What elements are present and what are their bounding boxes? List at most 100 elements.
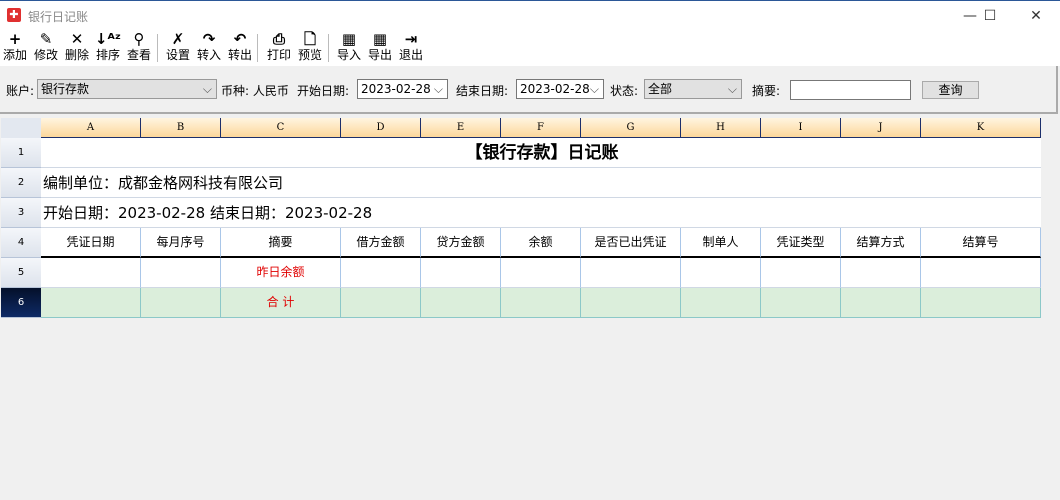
data-cell[interactable] <box>681 258 761 288</box>
import-icon: ▦ <box>341 30 357 48</box>
data-cell[interactable] <box>501 288 581 318</box>
data-cell[interactable] <box>341 258 421 288</box>
status-select[interactable]: 全部 ⌵ <box>644 79 742 99</box>
toolbar-button-1[interactable]: ✎ 修改 <box>31 30 61 62</box>
header-cell[interactable]: 贷方金额 <box>421 228 501 258</box>
grid-corner[interactable] <box>1 118 41 138</box>
toolbar-button-7[interactable]: ↶ 转出 <box>225 30 255 62</box>
start-date-label: 开始日期: <box>297 84 350 98</box>
data-cell[interactable] <box>841 288 921 318</box>
title-cell[interactable]: 【银行存款】日记账 <box>41 138 1041 168</box>
summary-input[interactable] <box>790 80 911 100</box>
preview-icon: 🗋 <box>303 30 317 48</box>
toolbar-button-10[interactable]: ▦ 导入 <box>334 30 364 62</box>
header-cell[interactable]: 制单人 <box>681 228 761 258</box>
data-cell[interactable] <box>581 288 681 318</box>
column-header-G[interactable]: G <box>581 118 681 138</box>
column-header-J[interactable]: J <box>841 118 921 138</box>
header-cell[interactable]: 凭证日期 <box>41 228 141 258</box>
toolbar-button-8[interactable]: ⎙ 打印 <box>264 30 294 62</box>
dates-cell[interactable]: 开始日期：2023-02-28 结束日期：2023-02-28 <box>41 198 1041 228</box>
toolbar-label: 退出 <box>398 48 423 62</box>
header-cell[interactable]: 余额 <box>501 228 581 258</box>
data-cell[interactable]: 昨日余额 <box>221 258 341 288</box>
column-header-D[interactable]: D <box>341 118 421 138</box>
column-header-E[interactable]: E <box>421 118 501 138</box>
x-icon: ✕ <box>70 30 84 48</box>
toolbar-button-5[interactable]: ✗ 设置 <box>163 30 193 62</box>
data-cell[interactable] <box>141 258 221 288</box>
data-cell[interactable] <box>421 258 501 288</box>
account-value: 银行存款 <box>41 82 90 96</box>
title-bar: ✚ 银行日记账 — ☐ ✕ <box>0 0 1060 30</box>
column-header-A[interactable]: A <box>41 118 141 138</box>
data-cell[interactable] <box>681 288 761 318</box>
row-header-5[interactable]: 5 <box>1 258 41 288</box>
toolbar-button-9[interactable]: 🗋 预览 <box>295 30 325 62</box>
data-cell[interactable] <box>421 288 501 318</box>
data-cell[interactable] <box>921 288 1041 318</box>
row-header-6[interactable]: 6 <box>1 288 41 318</box>
data-cell[interactable] <box>41 288 141 318</box>
plus-icon: + <box>8 30 22 48</box>
toolbar-label: 转入 <box>196 48 221 62</box>
toolbar-button-6[interactable]: ↷ 转入 <box>194 30 224 62</box>
query-button[interactable]: 查询 <box>922 81 979 99</box>
toolbar-label: 预览 <box>297 48 322 62</box>
end-date-label: 结束日期: <box>456 84 509 98</box>
maximize-button[interactable]: ☐ <box>970 5 1010 27</box>
column-header-K[interactable]: K <box>921 118 1041 138</box>
data-cell[interactable] <box>141 288 221 318</box>
header-cell[interactable]: 结算号 <box>921 228 1041 258</box>
toolbar-button-3[interactable]: ↓ᴬᶻ 排序 <box>93 30 123 62</box>
header-cell[interactable]: 是否已出凭证 <box>581 228 681 258</box>
data-cell[interactable] <box>761 258 841 288</box>
toolbar: + 添加 ✎ 修改 ✕ 删除 ↓ᴬᶻ 排序 ⚲ 查看 ✗ 设置 ↷ 转入 ↶ 转出 ⎙ 打印 🗋 预览 ▦ 导入 ▦ 导出 ⇥ 退… <box>0 30 1060 66</box>
toolbar-label: 删除 <box>64 48 89 62</box>
column-header-B[interactable]: B <box>141 118 221 138</box>
toolbar-button-12[interactable]: ⇥ 退出 <box>396 30 426 62</box>
row-header-3[interactable]: 3 <box>1 198 41 228</box>
end-date-picker[interactable]: 2023-02-28 ⌵ <box>516 79 604 99</box>
header-cell[interactable]: 借方金额 <box>341 228 421 258</box>
header-cell[interactable]: 结算方式 <box>841 228 921 258</box>
toolbar-label: 查看 <box>126 48 151 62</box>
data-cell[interactable] <box>41 258 141 288</box>
unit-cell[interactable]: 编制单位：成都金格网科技有限公司 <box>41 168 1041 198</box>
toolbar-button-2[interactable]: ✕ 删除 <box>62 30 92 62</box>
account-select[interactable]: 银行存款 ⌵ <box>37 79 217 99</box>
chevron-down-icon: ⌵ <box>433 82 443 96</box>
toolbar-label: 导入 <box>336 48 361 62</box>
header-cell[interactable]: 每月序号 <box>141 228 221 258</box>
toolbar-separator <box>257 34 258 62</box>
row-header-4[interactable]: 4 <box>1 228 41 258</box>
column-header-F[interactable]: F <box>501 118 581 138</box>
toolbar-button-11[interactable]: ▦ 导出 <box>365 30 395 62</box>
header-cell[interactable]: 摘要 <box>221 228 341 258</box>
data-cell[interactable] <box>581 258 681 288</box>
toolbar-button-0[interactable]: + 添加 <box>0 30 30 62</box>
close-button[interactable]: ✕ <box>1016 5 1056 27</box>
toolbar-label: 转出 <box>227 48 252 62</box>
data-cell[interactable] <box>501 258 581 288</box>
toolbar-button-4[interactable]: ⚲ 查看 <box>124 30 154 62</box>
column-header-C[interactable]: C <box>221 118 341 138</box>
data-cell[interactable] <box>921 258 1041 288</box>
account-label: 账户: <box>6 84 35 98</box>
data-cell[interactable] <box>761 288 841 318</box>
data-cell[interactable]: 合 计 <box>221 288 341 318</box>
data-cell[interactable] <box>841 258 921 288</box>
row-header-2[interactable]: 2 <box>1 168 41 198</box>
redo-arrow-icon: ↷ <box>202 30 216 48</box>
toolbar-label: 导出 <box>367 48 392 62</box>
data-cell[interactable] <box>341 288 421 318</box>
toolbar-separator <box>157 34 158 62</box>
toolbar-separator <box>328 34 329 62</box>
spreadsheet-grid: A B C D E F G H I J K 1 2 3 4 5 6 【银行存款】日记账 编制单位：成都金格网科技有限… <box>0 117 1060 500</box>
row-header-1[interactable]: 1 <box>1 138 41 168</box>
app-logo-icon: ✚ <box>7 8 21 22</box>
header-cell[interactable]: 凭证类型 <box>761 228 841 258</box>
column-header-H[interactable]: H <box>681 118 761 138</box>
start-date-picker[interactable]: 2023-02-28 ⌵ <box>357 79 448 99</box>
column-header-I[interactable]: I <box>761 118 841 138</box>
